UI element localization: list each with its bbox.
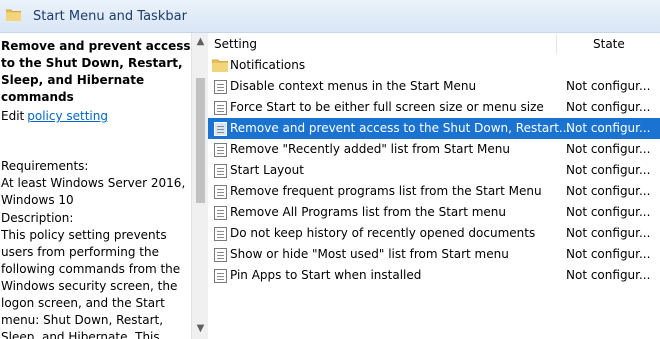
policy-row[interactable]: Do not keep history of recently opened d… xyxy=(208,223,660,244)
policy-name: Remove "Recently added" list from Start … xyxy=(230,142,510,156)
policy-row[interactable]: Disable context menus in the Start Menu … xyxy=(208,76,660,97)
edit-line: Edit policy setting xyxy=(1,108,108,125)
policy-name: Force Start to be either full screen siz… xyxy=(230,100,544,114)
policy-doc-icon xyxy=(214,185,227,199)
policy-doc-icon xyxy=(214,206,227,220)
policy-name: Do not keep history of recently opened d… xyxy=(230,226,536,240)
policy-state: Not configur... xyxy=(566,142,651,156)
settings-list: Setting State Notifications Disable cont… xyxy=(208,33,660,339)
policy-name: Remove frequent programs list from the S… xyxy=(230,184,542,198)
scroll-up-icon[interactable]: ▲ xyxy=(192,34,209,50)
policy-row[interactable]: Remove All Programs list from the Start … xyxy=(208,202,660,223)
policy-doc-icon xyxy=(214,227,227,241)
policy-row-selected[interactable]: Remove and prevent access to the Shut Do… xyxy=(208,118,660,139)
column-state[interactable]: State xyxy=(593,37,625,51)
category-title: Start Menu and Taskbar xyxy=(33,9,187,24)
policy-name: Disable context menus in the Start Menu xyxy=(230,79,477,93)
description-label: Description: xyxy=(1,211,74,225)
folder-icon xyxy=(6,9,21,21)
policy-state: Not configur... xyxy=(566,184,651,198)
requirements-label: Requirements: xyxy=(1,159,89,173)
policy-row[interactable]: Force Start to be either full screen siz… xyxy=(208,97,660,118)
policy-state: Not configur... xyxy=(566,121,651,135)
policy-state: Not configur... xyxy=(566,163,651,177)
policy-state: Not configur... xyxy=(566,226,651,240)
policy-state: Not configur... xyxy=(566,268,651,282)
policy-state: Not configur... xyxy=(566,79,651,93)
category-header: Start Menu and Taskbar xyxy=(0,0,660,33)
policy-name: Remove All Programs list from the Start … xyxy=(230,205,506,219)
policy-title: Remove and prevent access to the Shut Do… xyxy=(1,39,190,104)
column-header: Setting State xyxy=(208,33,660,55)
policy-row[interactable]: Remove frequent programs list from the S… xyxy=(208,181,660,202)
column-divider[interactable] xyxy=(556,34,557,54)
column-setting[interactable]: Setting xyxy=(214,37,257,51)
policy-name: Show or hide "Most used" list from Start… xyxy=(230,247,509,261)
folder-row-notifications[interactable]: Notifications xyxy=(208,55,660,76)
policy-doc-icon xyxy=(214,164,227,178)
scroll-down-icon[interactable]: ▼ xyxy=(192,321,209,337)
requirements-text: At least Windows Server 2016, Windows 10 xyxy=(1,176,186,207)
policy-name: Start Layout xyxy=(230,163,304,177)
policy-row[interactable]: Remove "Recently added" list from Start … xyxy=(208,139,660,160)
scroll-thumb[interactable] xyxy=(196,78,205,203)
policy-doc-icon xyxy=(214,101,227,115)
description-text: This policy setting prevents users from … xyxy=(1,228,181,339)
policy-doc-icon xyxy=(214,143,227,157)
description-pane: Remove and prevent access to the Shut Do… xyxy=(0,33,190,339)
policy-state: Not configur... xyxy=(566,100,651,114)
folder-icon xyxy=(212,59,228,72)
policy-name: Pin Apps to Start when installed xyxy=(230,268,422,282)
policy-row[interactable]: Pin Apps to Start when installed Not con… xyxy=(208,265,660,286)
policy-doc-icon xyxy=(214,269,227,283)
folder-name: Notifications xyxy=(230,58,306,72)
edit-policy-setting-link[interactable]: policy setting xyxy=(27,109,108,123)
policy-state: Not configur... xyxy=(566,205,651,219)
policy-name: Remove and prevent access to the Shut Do… xyxy=(230,121,571,135)
policy-doc-icon xyxy=(214,80,227,94)
policy-doc-icon xyxy=(214,122,227,136)
edit-prefix: Edit xyxy=(1,109,25,123)
policy-row[interactable]: Start Layout Not configur... xyxy=(208,160,660,181)
description-scrollbar[interactable]: ▲ ▼ xyxy=(191,33,208,339)
policy-state: Not configur... xyxy=(566,247,651,261)
policy-row[interactable]: Show or hide "Most used" list from Start… xyxy=(208,244,660,265)
policy-doc-icon xyxy=(214,248,227,262)
